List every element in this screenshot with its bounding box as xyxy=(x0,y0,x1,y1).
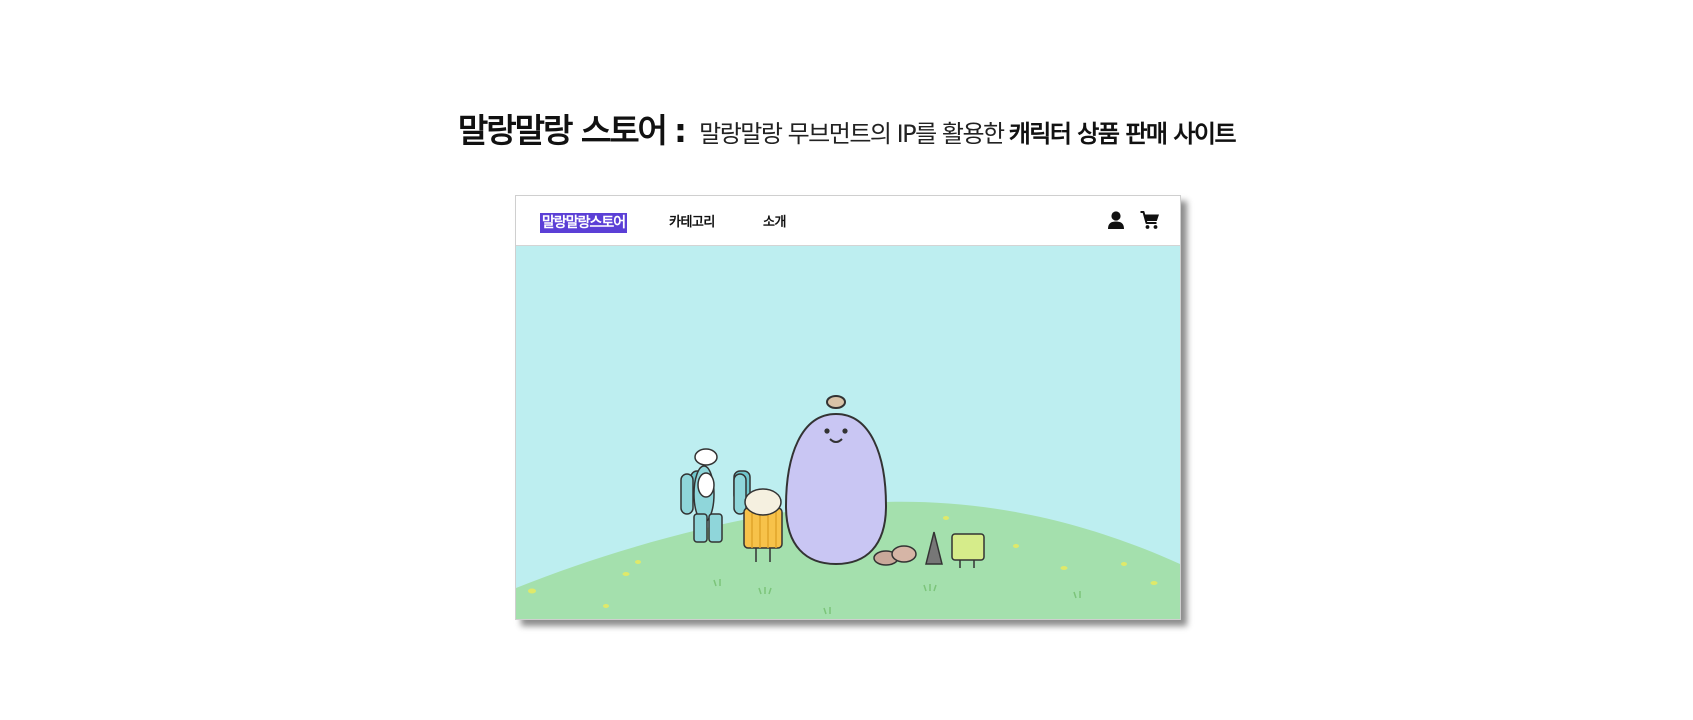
navbar: 말랑말랑스토어 카테고리 소개 xyxy=(516,196,1180,246)
cart-icon[interactable] xyxy=(1139,209,1161,231)
headline-description-emphasis: 캐릭터 상품 판매 사이트 xyxy=(1008,120,1237,148)
headline-brand: 말랑말랑 스토어 xyxy=(457,111,668,150)
nav-about[interactable]: 소개 xyxy=(763,213,786,233)
user-icon[interactable] xyxy=(1105,209,1127,231)
hero-banner xyxy=(516,246,1180,619)
nav-category[interactable]: 카테고리 xyxy=(669,213,715,233)
site-logo[interactable]: 말랑말랑스토어 xyxy=(540,213,628,233)
page-headline: 말랑말랑 스토어: 말랑말랑 무브먼트의 IP를 활용한 캐릭터 상품 판매 사이… xyxy=(0,104,1693,152)
website-mockup: 말랑말랑스토어 카테고리 소개 xyxy=(515,195,1181,620)
headline-description: 말랑말랑 무브먼트의 IP를 활용한 xyxy=(699,120,1005,148)
hero-illustration xyxy=(516,246,1180,619)
headline-colon: : xyxy=(673,111,688,150)
